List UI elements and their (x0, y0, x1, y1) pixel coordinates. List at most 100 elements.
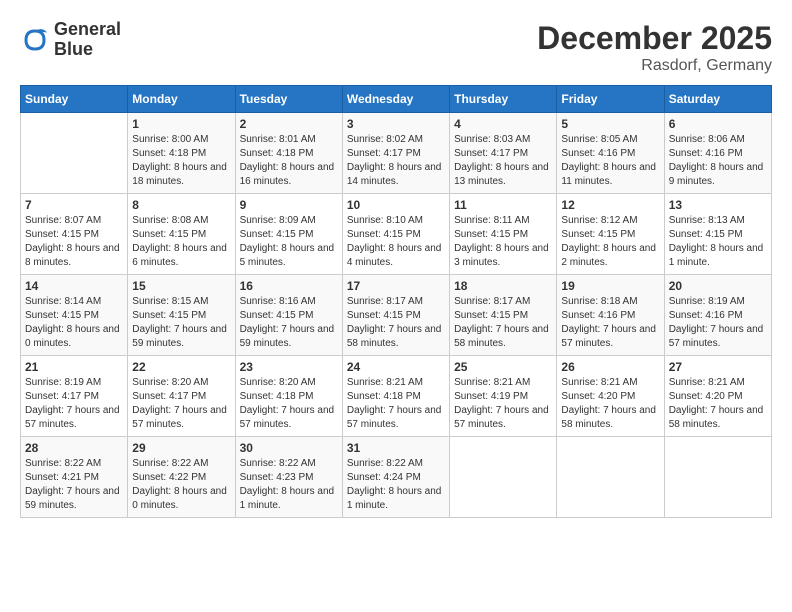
calendar-cell: 19 Sunrise: 8:18 AMSunset: 4:16 PMDayligh… (557, 275, 664, 356)
calendar-cell: 3Sunrise: 8:02 AMSunset: 4:17 PMDaylight… (342, 113, 449, 194)
day-info: Sunrise: 8:22 AMSunset: 4:23 PMDaylight:… (240, 457, 338, 513)
calendar-cell: 12Sunrise: 8:12 AMSunset: 4:15 PMDayligh… (557, 194, 664, 275)
calendar-cell: 23 Sunrise: 8:20 AMSunset: 4:18 PMDayligh… (235, 356, 342, 437)
day-number: 28 (25, 441, 123, 455)
day-number: 26 (561, 360, 659, 374)
calendar-cell: 8Sunrise: 8:08 AMSunset: 4:15 PMDaylight… (128, 194, 235, 275)
day-info: Sunrise: 8:08 AMSunset: 4:15 PMDaylight:… (132, 214, 230, 270)
day-number: 24 (347, 360, 445, 374)
calendar-cell: 14 Sunrise: 8:14 AMSunset: 4:15 PMDayligh… (21, 275, 128, 356)
day-info: Sunrise: 8:22 AMSunset: 4:24 PMDaylight:… (347, 457, 445, 513)
day-info: Sunrise: 8:22 AMSunset: 4:21 PMDaylight:… (25, 457, 123, 513)
weekday-header: Monday (128, 86, 235, 113)
day-info: Sunrise: 8:05 AMSunset: 4:16 PMDaylight:… (561, 133, 659, 189)
day-number: 12 (561, 198, 659, 212)
day-info: Sunrise: 8:13 AMSunset: 4:15 PMDaylight:… (669, 214, 767, 270)
day-number: 1 (132, 117, 230, 131)
month-title: December 2025 (537, 20, 772, 57)
day-number: 10 (347, 198, 445, 212)
calendar-cell: 4 Sunrise: 8:03 AMSunset: 4:17 PMDaylight… (450, 113, 557, 194)
calendar-cell: 15 Sunrise: 8:15 AMSunset: 4:15 PMDayligh… (128, 275, 235, 356)
calendar-cell: 28 Sunrise: 8:22 AMSunset: 4:21 PMDayligh… (21, 437, 128, 518)
calendar-week-row: 14 Sunrise: 8:14 AMSunset: 4:15 PMDayligh… (21, 275, 772, 356)
day-number: 27 (669, 360, 767, 374)
calendar-week-row: 21 Sunrise: 8:19 AMSunset: 4:17 PMDayligh… (21, 356, 772, 437)
day-number: 21 (25, 360, 123, 374)
day-number: 31 (347, 441, 445, 455)
weekday-header-row: SundayMondayTuesdayWednesdayThursdayFrid… (21, 86, 772, 113)
calendar-cell: 25 Sunrise: 8:21 AMSunset: 4:19 PMDayligh… (450, 356, 557, 437)
page-header: General Blue December 2025 Rasdorf, Germ… (20, 20, 772, 75)
calendar-cell: 17 Sunrise: 8:17 AMSunset: 4:15 PMDayligh… (342, 275, 449, 356)
day-info: Sunrise: 8:17 AMSunset: 4:15 PMDaylight:… (347, 295, 445, 351)
day-info: Sunrise: 8:10 AMSunset: 4:15 PMDaylight:… (347, 214, 445, 270)
day-number: 11 (454, 198, 552, 212)
day-info: Sunrise: 8:22 AMSunset: 4:22 PMDaylight:… (132, 457, 230, 513)
day-info: Sunrise: 8:19 AMSunset: 4:16 PMDaylight:… (669, 295, 767, 351)
calendar-week-row: 7 Sunrise: 8:07 AMSunset: 4:15 PMDaylight… (21, 194, 772, 275)
day-number: 23 (240, 360, 338, 374)
day-info: Sunrise: 8:21 AMSunset: 4:18 PMDaylight:… (347, 376, 445, 432)
day-info: Sunrise: 8:15 AMSunset: 4:15 PMDaylight:… (132, 295, 230, 351)
day-info: Sunrise: 8:11 AMSunset: 4:15 PMDaylight:… (454, 214, 552, 270)
day-number: 29 (132, 441, 230, 455)
day-info: Sunrise: 8:18 AMSunset: 4:16 PMDaylight:… (561, 295, 659, 351)
day-info: Sunrise: 8:21 AMSunset: 4:19 PMDaylight:… (454, 376, 552, 432)
calendar-cell: 20 Sunrise: 8:19 AMSunset: 4:16 PMDayligh… (664, 275, 771, 356)
weekday-header: Saturday (664, 86, 771, 113)
calendar-cell: 30 Sunrise: 8:22 AMSunset: 4:23 PMDayligh… (235, 437, 342, 518)
day-info: Sunrise: 8:02 AMSunset: 4:17 PMDaylight:… (347, 133, 445, 189)
day-info: Sunrise: 8:09 AMSunset: 4:15 PMDaylight:… (240, 214, 338, 270)
weekday-header: Tuesday (235, 86, 342, 113)
day-info: Sunrise: 8:06 AMSunset: 4:16 PMDaylight:… (669, 133, 767, 189)
day-number: 30 (240, 441, 338, 455)
calendar-cell: 26 Sunrise: 8:21 AMSunset: 4:20 PMDayligh… (557, 356, 664, 437)
calendar-cell (557, 437, 664, 518)
calendar-cell: 31 Sunrise: 8:22 AMSunset: 4:24 PMDayligh… (342, 437, 449, 518)
day-number: 7 (25, 198, 123, 212)
weekday-header: Thursday (450, 86, 557, 113)
calendar-cell (21, 113, 128, 194)
day-number: 25 (454, 360, 552, 374)
calendar-cell: 5 Sunrise: 8:05 AMSunset: 4:16 PMDaylight… (557, 113, 664, 194)
calendar-cell: 27 Sunrise: 8:21 AMSunset: 4:20 PMDayligh… (664, 356, 771, 437)
day-number: 16 (240, 279, 338, 293)
day-info: Sunrise: 8:17 AMSunset: 4:15 PMDaylight:… (454, 295, 552, 351)
calendar-cell: 29 Sunrise: 8:22 AMSunset: 4:22 PMDayligh… (128, 437, 235, 518)
logo-icon (20, 25, 50, 55)
day-number: 20 (669, 279, 767, 293)
weekday-header: Sunday (21, 86, 128, 113)
day-info: Sunrise: 8:16 AMSunset: 4:15 PMDaylight:… (240, 295, 338, 351)
day-number: 2 (240, 117, 338, 131)
calendar-cell: 24 Sunrise: 8:21 AMSunset: 4:18 PMDayligh… (342, 356, 449, 437)
calendar-cell: 10 Sunrise: 8:10 AMSunset: 4:15 PMDayligh… (342, 194, 449, 275)
calendar-cell: 9Sunrise: 8:09 AMSunset: 4:15 PMDaylight… (235, 194, 342, 275)
day-number: 17 (347, 279, 445, 293)
calendar-cell: 6 Sunrise: 8:06 AMSunset: 4:16 PMDaylight… (664, 113, 771, 194)
day-info: Sunrise: 8:19 AMSunset: 4:17 PMDaylight:… (25, 376, 123, 432)
day-info: Sunrise: 8:21 AMSunset: 4:20 PMDaylight:… (669, 376, 767, 432)
day-info: Sunrise: 8:20 AMSunset: 4:17 PMDaylight:… (132, 376, 230, 432)
day-info: Sunrise: 8:14 AMSunset: 4:15 PMDaylight:… (25, 295, 123, 351)
day-info: Sunrise: 8:00 AMSunset: 4:18 PMDaylight:… (132, 133, 230, 189)
day-number: 14 (25, 279, 123, 293)
calendar-cell: 7 Sunrise: 8:07 AMSunset: 4:15 PMDaylight… (21, 194, 128, 275)
day-number: 15 (132, 279, 230, 293)
calendar-cell (664, 437, 771, 518)
logo: General Blue (20, 20, 121, 60)
day-info: Sunrise: 8:01 AMSunset: 4:18 PMDaylight:… (240, 133, 338, 189)
day-info: Sunrise: 8:21 AMSunset: 4:20 PMDaylight:… (561, 376, 659, 432)
day-number: 13 (669, 198, 767, 212)
calendar-cell (450, 437, 557, 518)
day-info: Sunrise: 8:20 AMSunset: 4:18 PMDaylight:… (240, 376, 338, 432)
day-number: 19 (561, 279, 659, 293)
calendar-week-row: 1 Sunrise: 8:00 AMSunset: 4:18 PMDaylight… (21, 113, 772, 194)
day-number: 5 (561, 117, 659, 131)
day-info: Sunrise: 8:07 AMSunset: 4:15 PMDaylight:… (25, 214, 123, 270)
calendar-cell: 2 Sunrise: 8:01 AMSunset: 4:18 PMDaylight… (235, 113, 342, 194)
day-number: 22 (132, 360, 230, 374)
day-number: 4 (454, 117, 552, 131)
day-info: Sunrise: 8:03 AMSunset: 4:17 PMDaylight:… (454, 133, 552, 189)
calendar-cell: 11 Sunrise: 8:11 AMSunset: 4:15 PMDayligh… (450, 194, 557, 275)
day-number: 6 (669, 117, 767, 131)
